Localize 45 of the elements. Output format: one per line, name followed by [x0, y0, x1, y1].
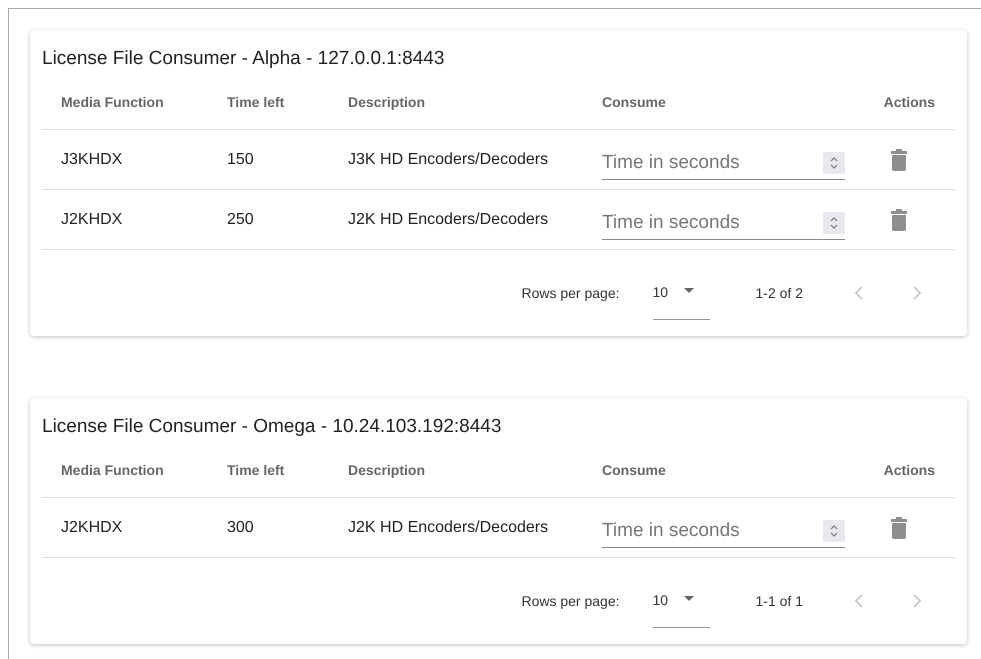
trash-icon [891, 516, 907, 538]
spinner-icon[interactable] [823, 152, 845, 174]
page-range: 1-2 of 2 [756, 284, 803, 302]
dropdown-caret-icon [684, 288, 694, 293]
column-header: Time left [226, 93, 286, 112]
delete-button[interactable] [891, 516, 907, 538]
table-cell-text: J3K HD Encoders/Decoders [347, 150, 550, 170]
dropdown-caret-icon [684, 596, 694, 601]
card-title: License File Consumer - Omega - 10.24.103.192:8443 [42, 415, 502, 439]
table-cell-text: J2KHDX [60, 518, 124, 538]
card-title: License File Consumer - Alpha - 127.0.0.1:8443 [42, 47, 446, 71]
chevron-right-icon [912, 593, 922, 609]
trash-icon [891, 148, 907, 170]
column-header: Media Function [60, 461, 165, 480]
number-input-field[interactable]: Time in seconds [602, 148, 819, 180]
spinner-icon[interactable] [823, 520, 845, 542]
column-header: Actions [884, 461, 936, 480]
trash-icon [891, 208, 907, 230]
table-cell-text: 300 [226, 518, 255, 538]
rows-per-page-label: Rows per page: [521, 284, 620, 303]
table-cell-text: J2K HD Encoders/Decoders [347, 518, 550, 538]
chevron-right-icon [912, 285, 922, 301]
column-header: Actions [884, 93, 936, 112]
rows-per-page-select[interactable]: 10 [652, 590, 710, 628]
delete-button[interactable] [891, 208, 907, 230]
delete-button[interactable] [891, 148, 907, 170]
spinner-icon[interactable] [823, 212, 845, 234]
number-input-field[interactable]: Time in seconds [602, 208, 819, 240]
column-header: Consume [601, 93, 667, 112]
table-cell-text: 250 [226, 210, 255, 230]
column-header: Description [347, 93, 426, 112]
column-header: Consume [601, 461, 667, 480]
page-range: 1-1 of 1 [756, 592, 803, 610]
rows-per-page-label: Rows per page: [521, 592, 620, 611]
column-header: Time left [226, 461, 286, 480]
column-header: Description [347, 461, 426, 480]
rows-per-page-select[interactable]: 10 [652, 282, 710, 320]
table-cell-text: J2K HD Encoders/Decoders [347, 210, 550, 230]
table-cell-text: J2KHDX [60, 210, 124, 230]
column-header: Media Function [60, 93, 165, 112]
table-cell-text: 150 [226, 150, 255, 170]
number-input-field[interactable]: Time in seconds [602, 516, 819, 548]
chevron-left-icon [854, 593, 864, 609]
chevron-left-icon [854, 285, 864, 301]
table-cell-text: J3KHDX [60, 150, 124, 170]
